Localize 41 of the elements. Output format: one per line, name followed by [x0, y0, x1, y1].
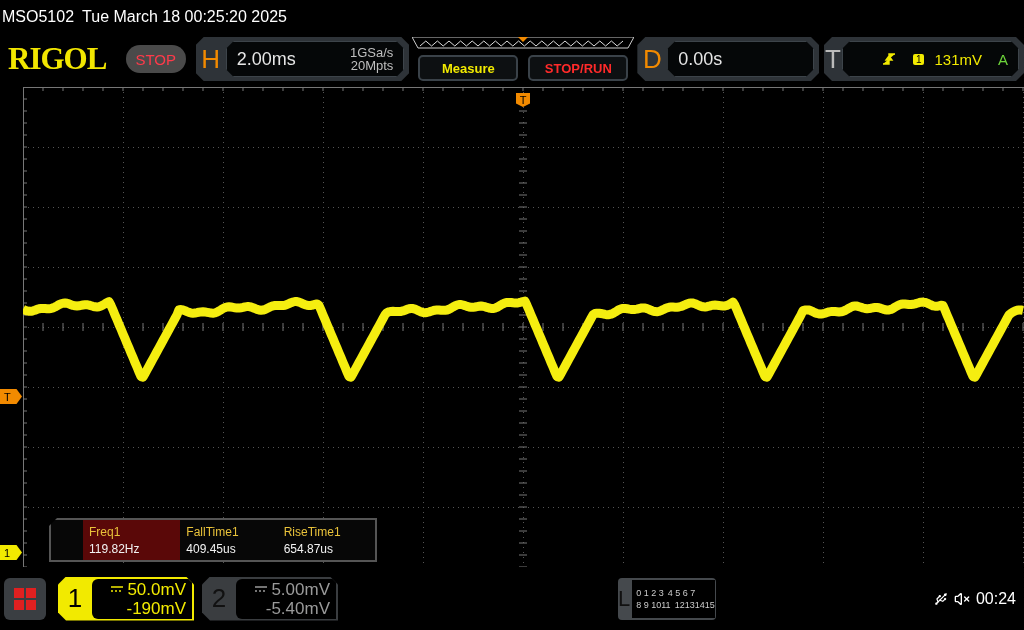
timebase-value: 2.00ms	[236, 48, 296, 70]
measurement-item[interactable]: FallTime1 409.45us	[180, 520, 278, 560]
channel-offset: -190mV	[126, 598, 186, 618]
date-time: Tue March 18 00:25:20 2025	[82, 8, 287, 26]
trigger-level-marker[interactable]: T	[0, 389, 22, 404]
trigger-source: 1	[912, 53, 925, 65]
channel-panel[interactable]: 1 50.0mV -190mV	[58, 576, 194, 621]
trigger-level: 131mV	[934, 50, 982, 68]
stop-run-button[interactable]: STOP/RUN	[528, 55, 629, 81]
model-name: MSO5102	[2, 8, 75, 26]
channel-offset: -5.40mV	[265, 598, 330, 618]
menu-button[interactable]	[4, 577, 46, 620]
sample-rate: 1GSa/s	[349, 46, 394, 59]
trigger-mode: A	[998, 50, 1008, 68]
grid-icon	[14, 587, 36, 610]
run-state-indicator: STOP	[125, 45, 186, 73]
delay-panel[interactable]: D 0.00s	[637, 37, 819, 81]
dc-coupling-icon	[255, 586, 268, 592]
clock-time: 00:24	[975, 589, 1016, 608]
logic-channel-numbers: 12131415	[674, 599, 715, 610]
logic-letter: L	[618, 584, 631, 613]
measurement-item[interactable]: Freq1 119.82Hz	[83, 520, 181, 560]
logic-channel-numbers: 0 1 2 3	[636, 587, 664, 598]
delay-value: 0.00s	[678, 48, 723, 70]
channel-offset-marker[interactable]: 1	[0, 545, 22, 560]
memory-depth: 20Mpts	[350, 59, 394, 72]
trigger-position-marker[interactable]: T	[516, 93, 530, 107]
logic-channel-numbers: 8 9 1011	[636, 599, 671, 610]
channel-number: 1	[66, 582, 84, 615]
channel-scale: 5.00mV	[271, 579, 330, 599]
trigger-panel[interactable]: T 1 131mV A	[824, 37, 1024, 81]
dc-coupling-icon	[111, 586, 124, 592]
logo: RIGOL	[8, 41, 108, 77]
logic-channel-numbers: 4 5 6 7	[667, 587, 696, 598]
usb-icon	[933, 591, 948, 606]
logic-panel[interactable]: L 0 1 2 3 4 5 6 7 8 9 1011 12131415	[618, 577, 716, 620]
horizontal-panel[interactable]: H 2.00ms 1GSa/s 20Mpts	[195, 37, 410, 81]
mute-icon	[953, 590, 970, 607]
measurement-item[interactable]: RiseTime1 654.87us	[277, 520, 375, 560]
measure-button[interactable]: Measure	[418, 55, 519, 81]
channel-scale: 50.0mV	[127, 579, 186, 599]
